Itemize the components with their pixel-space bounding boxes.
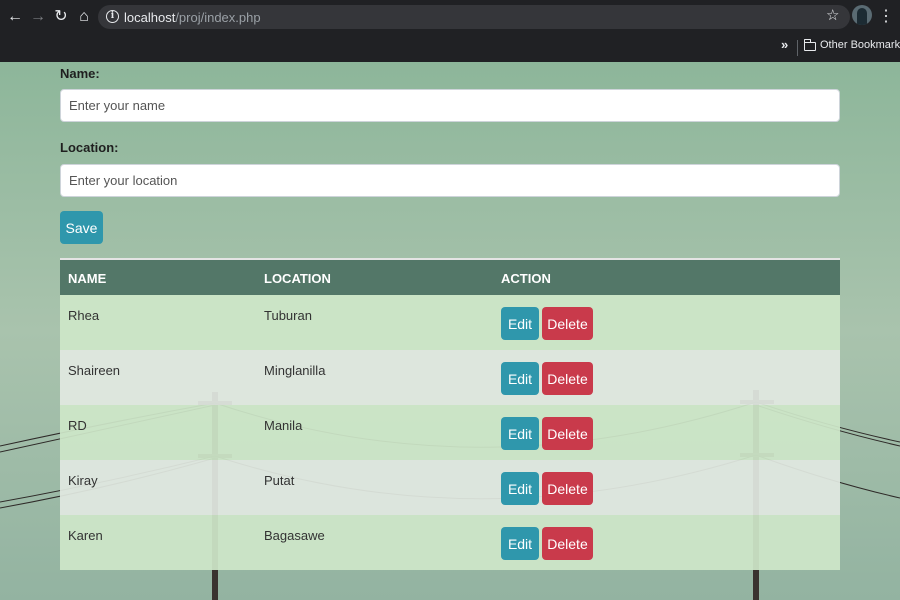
table-row: Kiray Putat Edit Delete <box>60 460 840 515</box>
cell-location: Bagasawe <box>264 528 325 543</box>
table-row: Shaireen Minglanilla Edit Delete <box>60 350 840 405</box>
header-location: LOCATION <box>264 271 331 286</box>
edit-button[interactable]: Edit <box>501 307 539 340</box>
bookmarks-overflow-icon[interactable]: » <box>781 37 788 52</box>
menu-icon[interactable]: ⋮ <box>878 6 894 28</box>
home-icon[interactable]: ⌂ <box>73 6 95 28</box>
table-header: NAME LOCATION ACTION <box>60 258 840 295</box>
profile-avatar[interactable] <box>852 5 872 25</box>
save-button[interactable]: Save <box>60 211 103 244</box>
header-name: NAME <box>68 271 107 286</box>
delete-button[interactable]: Delete <box>542 362 593 395</box>
table-row: RD Manila Edit Delete <box>60 405 840 460</box>
url-path: /proj/index.php <box>175 10 261 25</box>
folder-icon <box>803 39 816 51</box>
cell-name: Karen <box>68 528 103 543</box>
cell-name: Shaireen <box>68 363 121 378</box>
url-host: localhost <box>124 10 176 25</box>
url-text: localhost/proj/index.php <box>124 10 261 25</box>
edit-button[interactable]: Edit <box>501 472 539 505</box>
table-row: Karen Bagasawe Edit Delete <box>60 515 840 570</box>
back-arrow-icon[interactable]: ← <box>4 6 26 28</box>
address-bar[interactable]: i localhost/proj/index.php <box>98 5 850 29</box>
header-action: ACTION <box>501 271 551 286</box>
browser-chrome: ← → ↻ ⌂ i localhost/proj/index.php ☆ ⋮ »… <box>0 0 900 62</box>
edit-button[interactable]: Edit <box>501 362 539 395</box>
bookmarks-divider <box>797 40 798 56</box>
cell-location: Tuburan <box>264 308 312 323</box>
cell-name: Kiray <box>68 473 98 488</box>
cell-name: RD <box>68 418 87 433</box>
cell-location: Putat <box>264 473 295 488</box>
location-label: Location: <box>60 140 119 155</box>
cell-location: Minglanilla <box>264 363 326 378</box>
star-icon[interactable]: ☆ <box>826 7 839 25</box>
delete-button[interactable]: Delete <box>542 307 593 340</box>
cell-location: Manila <box>264 418 303 433</box>
reload-icon[interactable]: ↻ <box>50 6 72 28</box>
location-input[interactable] <box>60 164 840 197</box>
name-input[interactable] <box>60 89 840 122</box>
bookmarks-bar: » Other Bookmarks <box>0 34 900 62</box>
delete-button[interactable]: Delete <box>542 417 593 450</box>
forward-arrow-icon[interactable]: → <box>27 6 49 28</box>
edit-button[interactable]: Edit <box>501 527 539 560</box>
delete-button[interactable]: Delete <box>542 472 593 505</box>
info-icon[interactable]: i <box>106 10 119 23</box>
browser-toolbar: ← → ↻ ⌂ i localhost/proj/index.php ☆ ⋮ <box>0 0 900 34</box>
other-bookmarks-link[interactable]: Other Bookmarks <box>820 39 900 51</box>
cell-name: Rhea <box>68 308 100 323</box>
records-table: NAME LOCATION ACTION Rhea Tuburan Edit D… <box>60 258 840 570</box>
table-row: Rhea Tuburan Edit Delete <box>60 295 840 350</box>
edit-button[interactable]: Edit <box>501 417 539 450</box>
name-label: Name: <box>60 66 100 81</box>
delete-button[interactable]: Delete <box>542 527 593 560</box>
